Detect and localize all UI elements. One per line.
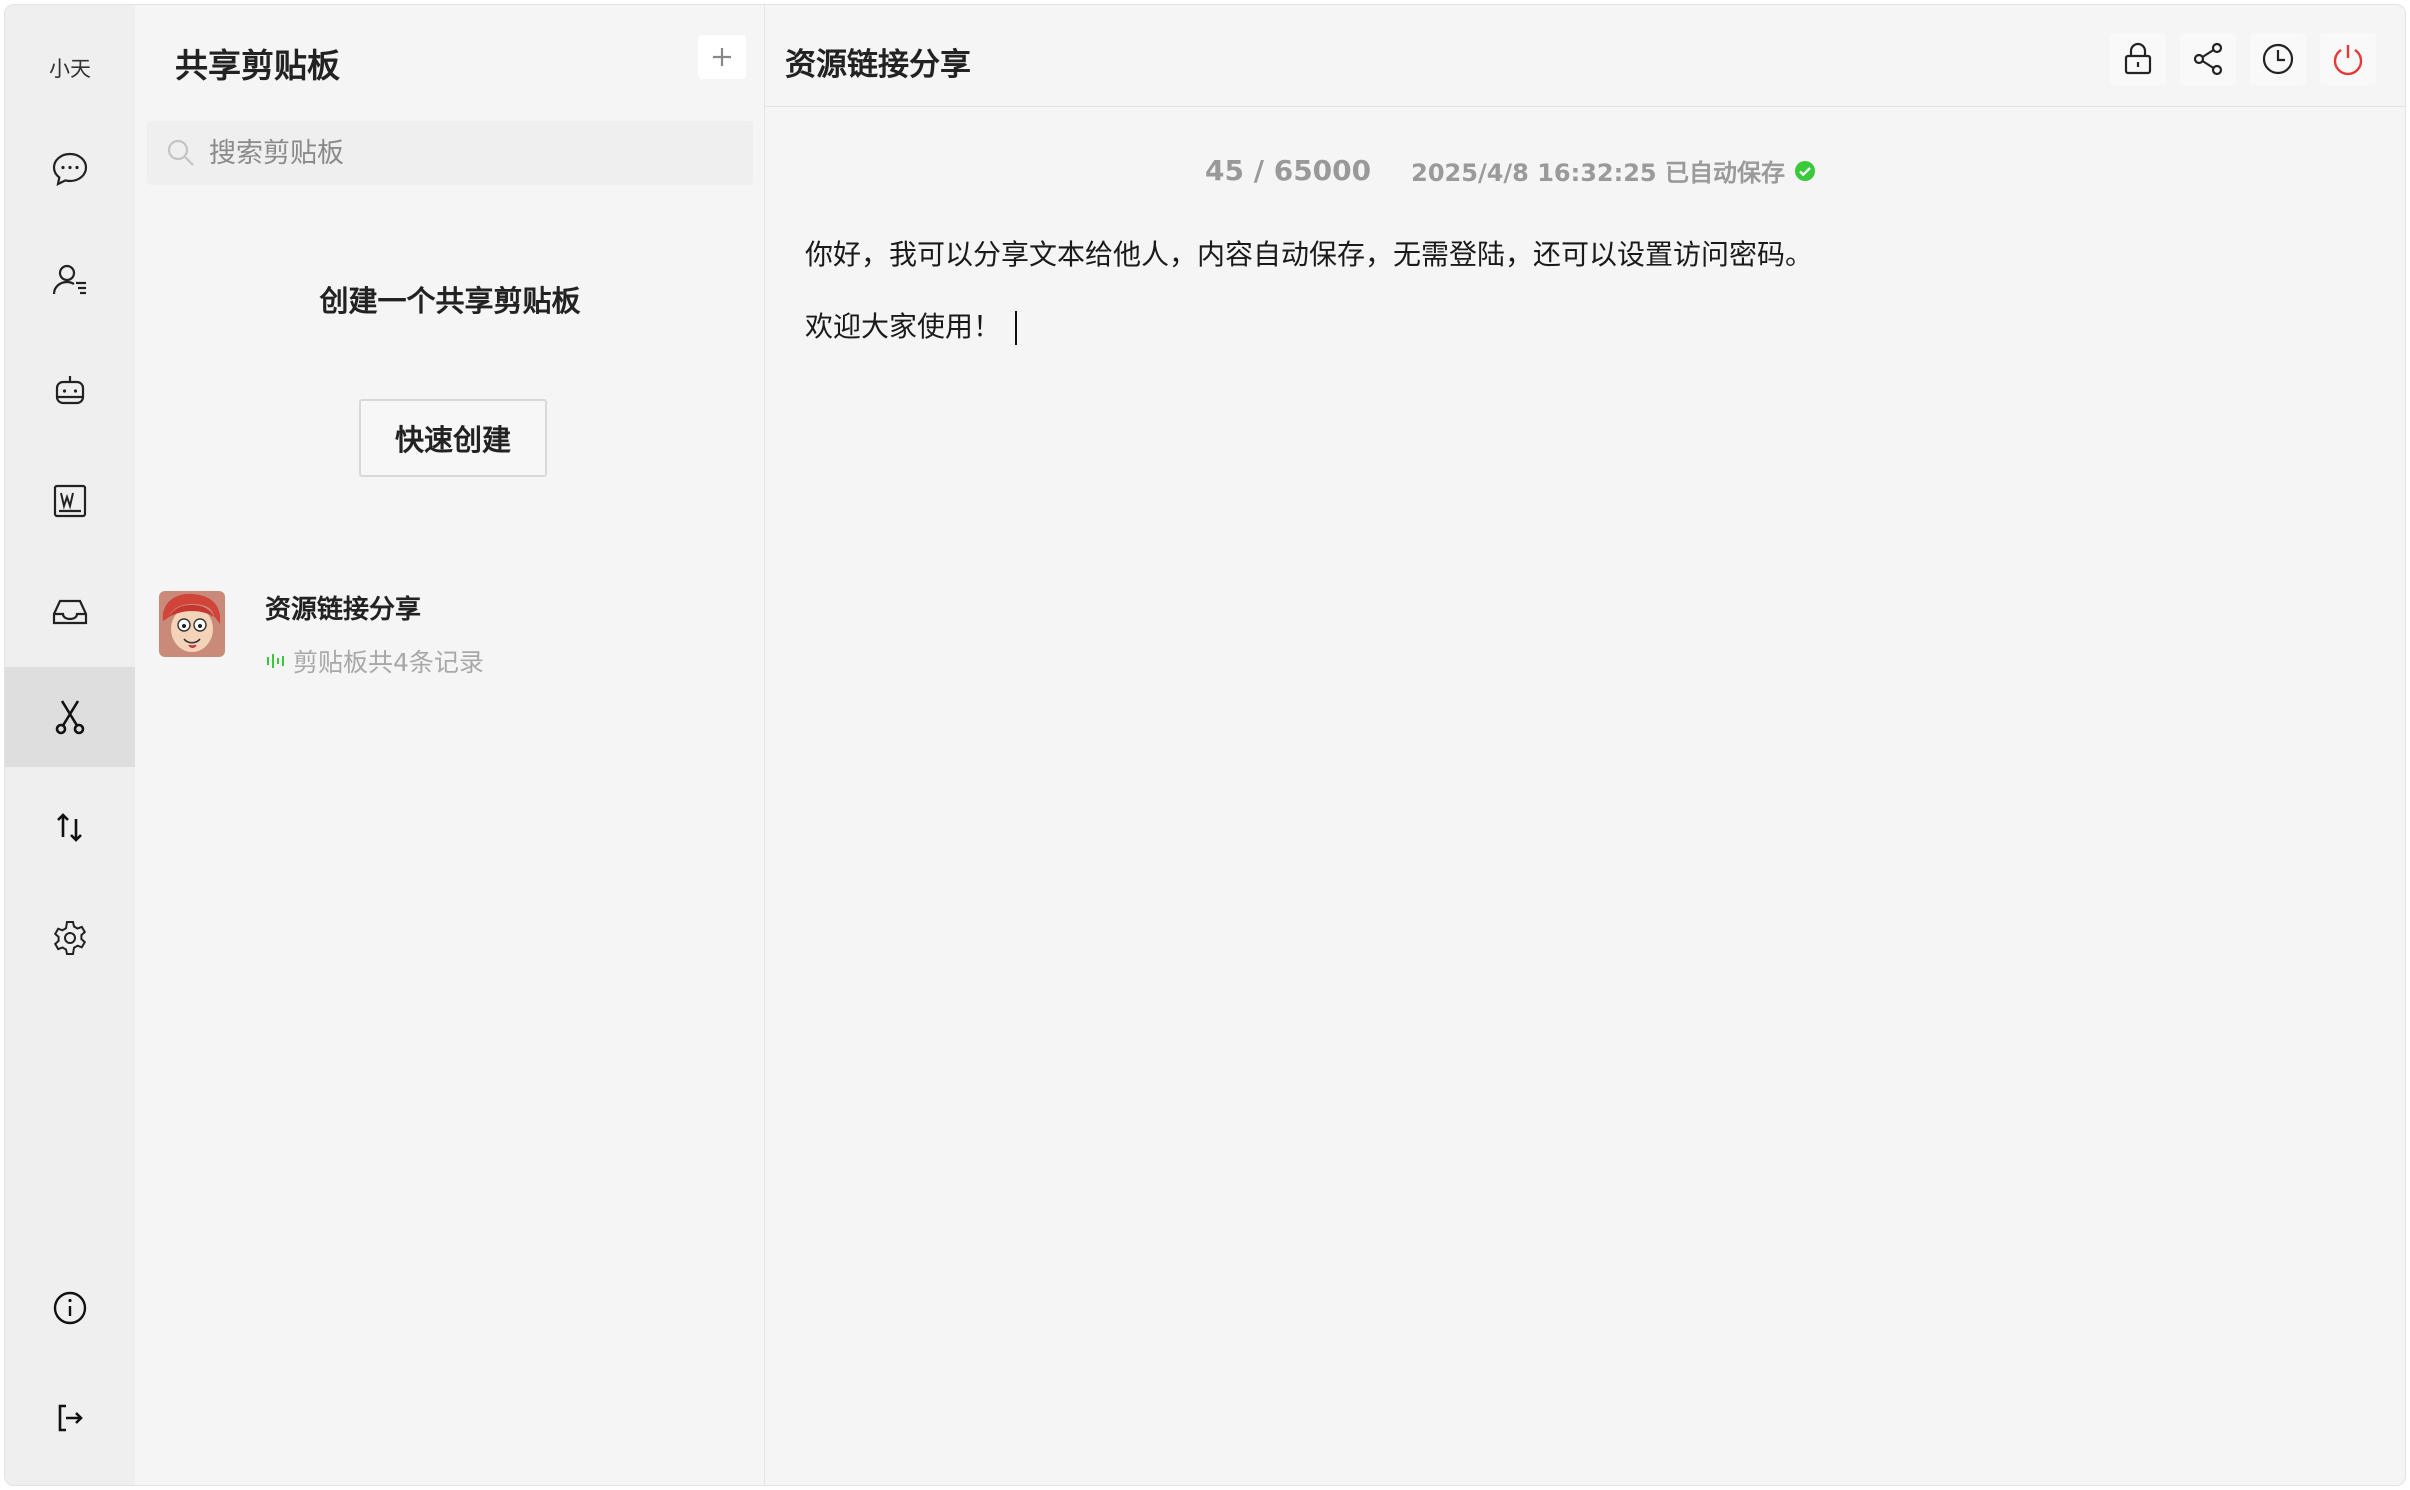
nav-info[interactable] [5,1258,135,1358]
autosave-status: 2025/4/8 16:32:25 已自动保存 [1411,153,1817,188]
editor-line-2: 欢迎大家使用！ [805,291,2365,363]
autosave-text: 2025/4/8 16:32:25 已自动保存 [1411,159,1785,187]
text-editor[interactable]: 你好，我可以分享文本给他人，内容自动保存，无需登陆，还可以设置访问密码。 欢迎大… [805,219,2365,363]
nav-contacts[interactable] [5,230,135,330]
editor-line-1: 你好，我可以分享文本给他人，内容自动保存，无需登陆，还可以设置访问密码。 [805,238,1814,271]
robot-icon [55,376,85,405]
chat-bubble-icon [52,152,88,186]
panel-title: 共享剪贴板 [175,46,340,85]
app-window: 小天 共享剪贴板 搜索剪贴板 创建一个共享剪贴板 快速创建 资源链接分享 剪贴板… [4,4,2406,1486]
power-icon [2333,45,2363,76]
inbox-icon [52,599,88,625]
username-label: 小天 [49,57,91,81]
sound-wave-icon [267,654,284,668]
info-icon [53,1291,87,1325]
logout-icon [58,1404,83,1432]
nav-chat[interactable] [5,119,135,219]
lock-button[interactable] [2110,33,2166,85]
power-button[interactable] [2320,33,2376,85]
clipboard-list-panel: 共享剪贴板 创建一个共享剪贴板 快速创建 [135,5,765,1485]
lock-icon [2124,42,2152,75]
word-doc-icon [53,484,87,518]
main-editor-area: 资源链接分享 45 / 65000 2025/4/8 16:32:25 已自动保… [765,5,2405,1485]
text-caret [1015,311,1018,345]
history-clock-icon [2262,43,2294,75]
create-clipboard-heading: 创建一个共享剪贴板 [319,284,581,318]
history-button[interactable] [2250,33,2306,85]
plus-icon [713,48,731,66]
nav-logout[interactable] [5,1368,135,1468]
editor-topbar: 资源链接分享 [765,5,2405,107]
nav-inbox[interactable] [5,561,135,661]
settings-gear-icon [53,921,87,955]
nav-settings[interactable] [5,888,135,988]
check-circle-icon [1794,160,1815,181]
nav-clipboard-scissors[interactable] [5,667,135,767]
editor-status-line: 45 / 65000 2025/4/8 16:32:25 已自动保存 [765,153,2405,188]
quick-create-button[interactable]: 快速创建 [359,399,547,477]
search-box [147,121,753,185]
clipboard-list-item[interactable]: 资源链接分享 剪贴板共4条记录 [135,565,765,695]
transfer-arrows-icon [57,813,82,842]
clipboard-item-subtitle: 剪贴板共4条记录 [265,643,484,679]
share-icon [2193,42,2223,76]
avatar [159,591,225,657]
nav-word-doc[interactable] [5,451,135,551]
record-count-label: 剪贴板共4条记录 [293,648,484,677]
add-clipboard-button[interactable] [698,35,746,79]
contacts-icon [52,264,86,295]
clipboard-item-title: 资源链接分享 [265,595,422,625]
document-title: 资源链接分享 [785,47,971,83]
scissors-icon [55,700,85,735]
share-button[interactable] [2180,33,2236,85]
editor-line-2-text: 欢迎大家使用！ [805,310,1002,343]
nav-robot[interactable] [5,341,135,441]
search-input[interactable] [209,137,729,169]
search-icon [167,139,194,166]
icon-rail: 小天 [5,5,135,1485]
nav-transfer[interactable] [5,777,135,877]
character-count: 45 / 65000 [1205,154,1372,187]
